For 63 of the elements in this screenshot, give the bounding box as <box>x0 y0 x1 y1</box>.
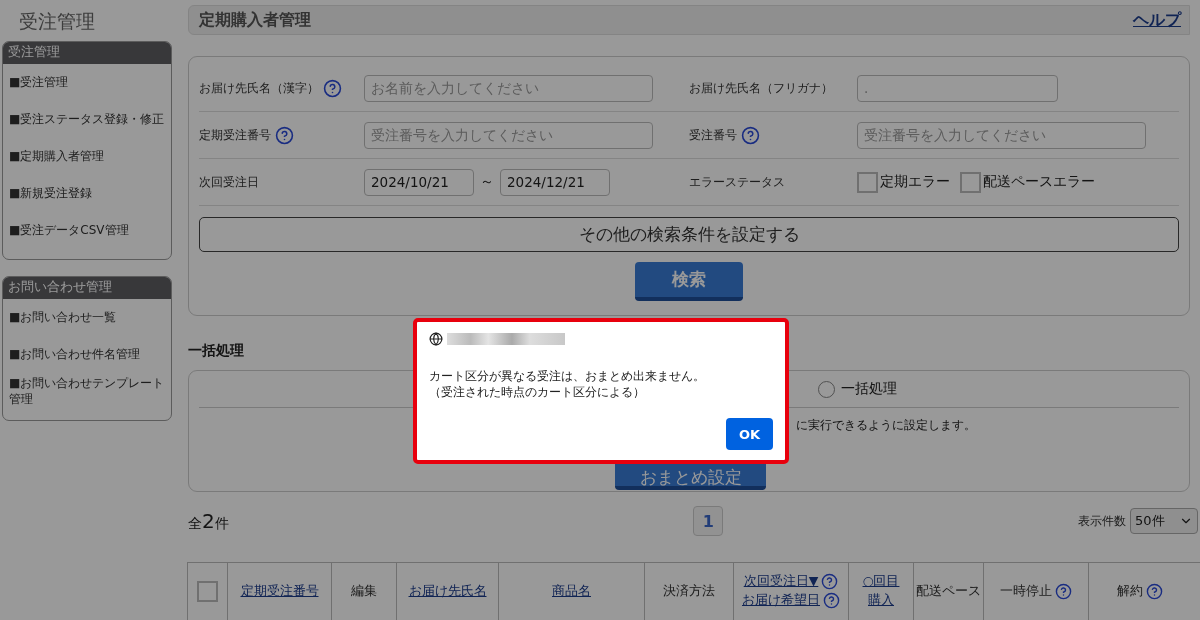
help-link[interactable]: ヘルプ <box>1133 9 1181 31</box>
sidebar-item[interactable]: ■お問い合わせ件名管理 <box>3 336 171 373</box>
search-button[interactable]: 検索 <box>635 262 743 302</box>
help-icon[interactable] <box>741 125 760 145</box>
sidebar-item[interactable]: ■受注管理 <box>3 64 171 101</box>
result-count: 全2件 <box>188 509 229 534</box>
sort-link[interactable]: お届け先氏名 <box>408 582 487 600</box>
field-label: お届け先氏名（漢字） <box>199 79 319 97</box>
globe-icon <box>429 332 443 346</box>
checkbox-label: 定期エラー <box>880 173 950 192</box>
sidebar-section-title: お問い合わせ管理 <box>3 277 171 299</box>
sort-link[interactable]: ○回目 <box>862 573 900 591</box>
column-label: 一時停止 <box>1000 582 1052 600</box>
sidebar-item[interactable]: ■受注ステータス登録・修正 <box>3 101 171 138</box>
checkbox[interactable] <box>857 171 878 193</box>
sort-link[interactable]: 定期受注番号 <box>240 582 319 600</box>
bulk-note: に実行できるように設定します。 <box>796 417 976 435</box>
field-label: エラーステータス <box>689 173 785 191</box>
help-icon[interactable] <box>1055 582 1072 600</box>
sidebar-item[interactable]: ■受注データCSV管理 <box>3 212 171 249</box>
sidebar-item[interactable]: ■定期購入者管理 <box>3 138 171 175</box>
field-label: 次回受注日 <box>199 173 259 191</box>
sort-link[interactable]: 次回受注日▼ <box>743 573 819 591</box>
text-field[interactable]: . <box>857 74 1058 102</box>
sidebar-title: 受注管理 <box>18 9 96 34</box>
text-field[interactable]: お名前を入力してください <box>364 74 653 102</box>
help-icon[interactable] <box>323 78 342 98</box>
ok-button[interactable]: OK <box>726 418 773 450</box>
date-field[interactable]: 2024/10/21 <box>364 168 474 196</box>
text-field[interactable]: 受注番号を入力してください <box>364 121 653 149</box>
radio-label: 一括処理 <box>841 380 897 399</box>
help-icon[interactable] <box>275 125 294 145</box>
checkbox-label: 配送ペースエラー <box>983 173 1095 192</box>
checkbox[interactable] <box>960 171 981 193</box>
per-page-label: 表示件数 <box>1078 512 1126 530</box>
sidebar-item[interactable]: ■お問い合わせ一覧 <box>3 299 171 336</box>
column-label: 配送ペース <box>916 582 981 600</box>
help-icon[interactable] <box>1146 582 1163 600</box>
column-label: 決済方法 <box>663 582 715 600</box>
sort-link[interactable]: お届け希望日 <box>742 592 820 610</box>
range-separator: ～ <box>480 173 494 192</box>
section-title: 一括処理 <box>188 342 245 361</box>
dialog-message: カート区分が異なる受注は、おまとめ出来ません。 （受注された時点のカート区分による） <box>429 368 706 401</box>
text-field[interactable]: 受注番号を入力してください <box>857 121 1146 149</box>
sidebar-section-title: 受注管理 <box>3 42 171 64</box>
more-conditions-button[interactable]: その他の検索条件を設定する <box>199 217 1179 253</box>
radio-button[interactable] <box>818 380 835 398</box>
sidebar-item[interactable]: ■新規受注登録 <box>3 175 171 212</box>
sidebar-item[interactable]: ■お問い合わせテンプレート管理 <box>3 373 171 410</box>
page-title: 定期購入者管理 <box>199 9 311 31</box>
column-label: 解約 <box>1117 582 1143 600</box>
date-field[interactable]: 2024/12/21 <box>500 168 610 196</box>
help-icon[interactable] <box>821 573 839 591</box>
column-label: 編集 <box>351 582 377 600</box>
sort-link[interactable]: 購入 <box>868 592 894 610</box>
field-label: 受注番号 <box>689 126 737 144</box>
per-page-select[interactable]: 50件 <box>1130 508 1198 535</box>
field-label: 定期受注番号 <box>199 126 271 144</box>
field-label: お届け先氏名（フリガナ） <box>689 79 833 97</box>
select-all-checkbox[interactable] <box>197 580 218 602</box>
page-button[interactable]: 1 <box>693 506 724 537</box>
help-icon[interactable] <box>823 592 840 610</box>
sort-link[interactable]: 商品名 <box>552 582 591 600</box>
